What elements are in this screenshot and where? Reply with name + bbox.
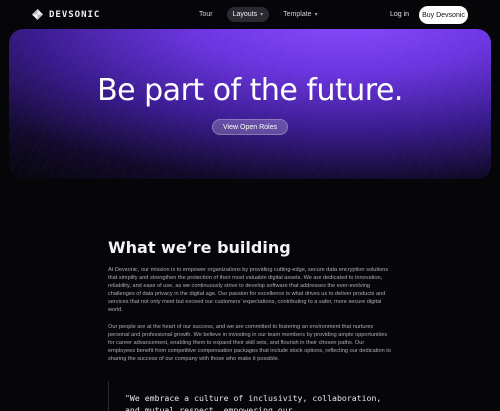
nav-item-label: Layouts bbox=[232, 11, 258, 18]
chevron-down-icon: ▾ bbox=[314, 12, 318, 18]
pinwheel-logo-icon bbox=[32, 9, 43, 20]
view-open-roles-button[interactable]: View Open Roles bbox=[212, 119, 288, 135]
people-paragraph: Our people are at the heart of our succe… bbox=[108, 324, 391, 362]
nav-item-label: Tour bbox=[199, 11, 213, 18]
quote-text: "We embrace a culture of inclusivity, co… bbox=[125, 393, 387, 411]
top-navigation: DEVSONIC Tour Layouts ▾ Template ▾ Log i… bbox=[0, 0, 500, 30]
mission-paragraph: At Devsonic, our mission is to empower o… bbox=[108, 267, 389, 313]
nav-links: Tour Layouts ▾ Template ▾ bbox=[193, 7, 324, 22]
hero-title: Be part of the future. bbox=[97, 73, 403, 108]
nav-item-template[interactable]: Template ▾ bbox=[277, 7, 323, 22]
nav-item-label: Template bbox=[283, 11, 312, 18]
hero-banner: Be part of the future. View Open Roles bbox=[9, 29, 491, 179]
buy-button[interactable]: Buy Devsonic bbox=[419, 6, 468, 24]
nav-item-layouts[interactable]: Layouts ▾ bbox=[226, 7, 270, 22]
brand-logo[interactable]: DEVSONIC bbox=[32, 9, 100, 20]
blockquote: "We embrace a culture of inclusivity, co… bbox=[108, 381, 392, 411]
nav-item-tour[interactable]: Tour bbox=[193, 7, 219, 22]
login-link[interactable]: Log in bbox=[390, 11, 409, 18]
chevron-down-icon: ▾ bbox=[260, 12, 264, 18]
brand-name: DEVSONIC bbox=[49, 9, 101, 20]
section-title: What we’re building bbox=[108, 238, 291, 257]
